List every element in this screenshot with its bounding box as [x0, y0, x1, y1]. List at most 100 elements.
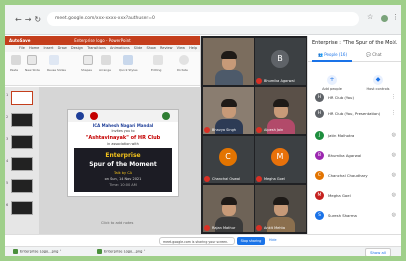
person-name: HR Club (You) [328, 95, 354, 100]
add-people-button[interactable]: + Add people [312, 66, 352, 91]
chevron-up-icon[interactable]: ˆ [60, 250, 62, 254]
mic-off-icon [204, 176, 210, 182]
slide-thumbnail[interactable] [11, 201, 33, 215]
tab-file[interactable]: File [19, 46, 25, 50]
stop-sharing-button[interactable]: Stop sharing [237, 237, 265, 245]
people-list-item[interactable]: H HR Club (You) ⋮ [308, 92, 401, 105]
participant-avatar: M [271, 148, 289, 166]
people-list-item[interactable]: C Chanchal Chaudhary ◎ [308, 170, 401, 183]
nav-buttons[interactable]: ←→↻ [15, 15, 44, 24]
slide-thumbnail[interactable] [11, 179, 33, 193]
download-item[interactable]: Enterprise Logo...png ˆ [97, 249, 145, 256]
ribbon-label-shapes: Shapes [81, 68, 92, 72]
participant-tile[interactable]: Ankit Mehta [255, 185, 306, 232]
people-list-item[interactable]: H HR Club (You, Presentation) ⋮ [308, 108, 401, 121]
dictate-icon[interactable] [179, 55, 189, 65]
download-item[interactable]: Enterprise Logo...png ˆ [13, 249, 61, 256]
back-icon[interactable]: ← [15, 15, 25, 24]
tab-help[interactable]: Help [189, 46, 197, 50]
slide-thumbnail[interactable] [11, 135, 33, 149]
editing-icon[interactable] [153, 55, 163, 65]
download-label: Enterprise Logo...png [104, 249, 143, 254]
participant-tile[interactable]: Alpesh Jain [255, 87, 306, 134]
participant-name: Rajan Mathur [212, 226, 236, 230]
thumb-number: 2 [6, 115, 9, 119]
participant-name: Bhumika Agarwal [264, 79, 295, 83]
reload-icon[interactable]: ↻ [34, 15, 44, 24]
participant-tile[interactable] [203, 38, 254, 85]
mic-off-icon[interactable]: ◎ [392, 152, 396, 158]
participant-hair [221, 99, 237, 107]
person-name: Megha Goel [328, 193, 351, 198]
tab-view[interactable]: View [177, 46, 185, 50]
tab-insert[interactable]: Insert [43, 46, 53, 50]
new-slide-icon[interactable] [27, 55, 37, 65]
quick-styles-icon[interactable] [123, 55, 133, 65]
club-logo [90, 112, 98, 120]
hide-button[interactable]: Hide [269, 238, 277, 242]
panel-tabs: 👥 People (16) 💬 Chat [308, 50, 401, 62]
autosave-label[interactable]: AutoSave [9, 36, 31, 45]
tab-review[interactable]: Review [160, 46, 173, 50]
mic-off-icon[interactable]: ◎ [392, 172, 396, 178]
thumb-number: 3 [6, 137, 9, 141]
profile-avatar[interactable] [381, 15, 388, 22]
participant-tile[interactable]: Bhavya Singh [203, 87, 254, 134]
file-icon [13, 249, 18, 254]
star-icon[interactable]: ☆ [367, 13, 373, 21]
slide-thumbnail[interactable] [11, 157, 33, 171]
people-list-item[interactable]: M Megha Goel ◎ [308, 190, 401, 203]
show-all-button[interactable]: Show all [365, 248, 391, 256]
host-controls-button[interactable]: ◆ Host controls [358, 66, 398, 91]
address-bar[interactable]: meet.google.com/xxx-xxxx-xxx?authuser=0 [47, 12, 359, 26]
participant-tile[interactable]: M Megha Goel [255, 136, 306, 183]
tab-animations[interactable]: Animations [110, 46, 130, 50]
slide-logo-band [68, 110, 178, 122]
more-icon[interactable]: ⋮ [391, 110, 396, 116]
sharing-notice: meet.google.com is sharing your screen. [159, 237, 235, 245]
ribbon-label-dictate: Dictate [177, 68, 188, 72]
notes-placeholder[interactable]: Click to add notes [101, 221, 133, 225]
tab-design[interactable]: Design [71, 46, 83, 50]
people-list-item[interactable]: S Suresh Sharma ◎ [308, 210, 401, 223]
close-icon[interactable]: × [392, 39, 397, 46]
forward-icon[interactable]: → [25, 15, 35, 24]
people-list-item[interactable]: J Jatin Malhotra ◎ [308, 130, 401, 143]
arrange-icon[interactable] [101, 55, 111, 65]
slide-thumbnail[interactable] [11, 113, 33, 127]
mic-off-icon[interactable]: ◎ [392, 192, 396, 198]
tab-draw[interactable]: Draw [58, 46, 67, 50]
tab-transitions[interactable]: Transitions [87, 46, 106, 50]
add-people-label: Add people [322, 87, 342, 91]
mic-off-icon[interactable]: ◎ [392, 132, 396, 138]
paste-icon[interactable] [11, 55, 21, 65]
tab-people-label: People (16) [324, 52, 348, 57]
slide-invite-line: Invites you to [111, 129, 135, 133]
tab-slide-show[interactable]: Slide Show [134, 46, 156, 50]
tab-chat[interactable]: 💬 Chat [366, 52, 382, 57]
chevron-up-icon[interactable]: ˆ [144, 250, 146, 254]
tab-people[interactable]: 👥 People (16) [318, 52, 347, 57]
participant-avatar: C [219, 148, 237, 166]
current-slide[interactable]: ICA Mahesh Nagari Mandal Invites you to … [67, 109, 179, 197]
slide-headline-2: Spur of the Moment [89, 161, 157, 168]
mic-off-icon [256, 225, 262, 231]
mic-off-icon[interactable]: ◎ [392, 212, 396, 218]
slide-thumbnail[interactable] [11, 91, 33, 105]
ppt-title-bar: AutoSave Enterprise logo - PowerPoint [5, 36, 200, 45]
ribbon-label-quick-styles: Quick Styles [119, 68, 138, 72]
participant-tile[interactable]: C Chanchal Oswal [203, 136, 254, 183]
shapes-icon[interactable] [83, 55, 93, 65]
participant-tile[interactable]: Rajan Mathur [203, 185, 254, 232]
person-avatar: B [315, 151, 324, 160]
person-avatar: C [315, 171, 324, 180]
participant-tile[interactable]: B Bhumika Agarwal [255, 38, 306, 85]
tab-home[interactable]: Home [29, 46, 39, 50]
mic-off-icon [204, 225, 210, 231]
people-list-item[interactable]: B Bhumika Agarwal ◎ [308, 150, 401, 163]
reuse-slides-icon[interactable] [49, 55, 59, 65]
menu-icon[interactable]: ⋮ [392, 13, 399, 21]
tab-chat-label: Chat [372, 52, 382, 57]
more-icon[interactable]: ⋮ [391, 94, 396, 100]
slide-editor: ICA Mahesh Nagari Mandal Invites you to … [39, 87, 201, 234]
